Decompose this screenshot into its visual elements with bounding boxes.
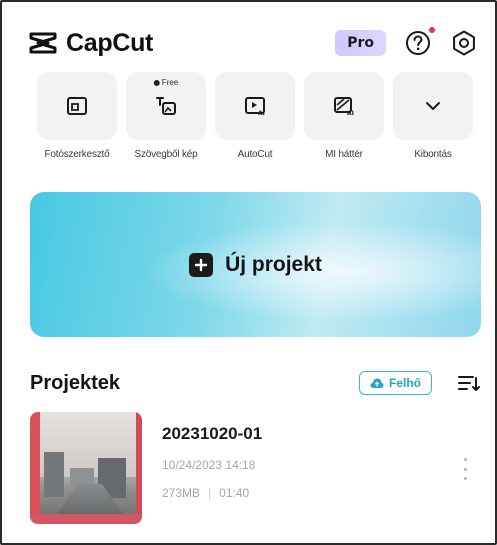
chevron-down-icon <box>426 102 440 110</box>
tool-ai-background[interactable]: AI MI háttér <box>304 72 384 160</box>
app-name: CapCut <box>66 28 154 57</box>
cloud-icon <box>370 378 384 388</box>
tool-tile[interactable]: Free <box>126 72 206 140</box>
top-bar: CapCut Pro <box>28 26 478 60</box>
tool-label: Fotószerkesztő <box>44 149 110 160</box>
tool-tile[interactable]: AI <box>304 72 384 140</box>
quick-tools: Fotószerkesztő Free Szövegből kép AI Aut… <box>37 72 495 160</box>
photo-edit-icon <box>67 97 87 115</box>
new-project-button[interactable]: Új projekt <box>30 192 481 337</box>
more-options-icon[interactable] <box>460 458 470 480</box>
tool-label: MI háttér <box>325 149 363 160</box>
capcut-logo-icon <box>29 32 57 54</box>
ai-background-icon: AI <box>334 97 354 117</box>
tool-text-to-image[interactable]: Free Szövegből kép <box>126 72 206 160</box>
svg-text:AI: AI <box>258 110 265 117</box>
tool-tile[interactable] <box>37 72 117 140</box>
tool-label: AutoCut <box>237 149 273 160</box>
project-meta: 273MB | 01:40 <box>162 486 262 500</box>
settings-icon[interactable] <box>450 29 478 57</box>
svg-text:AI: AI <box>347 110 354 117</box>
tool-label: Szövegből kép <box>134 149 198 160</box>
free-badge-label: Free <box>161 78 179 87</box>
notification-dot <box>429 27 435 33</box>
project-size: 273MB <box>162 486 201 500</box>
project-info: 20231020-01 10/24/2023 14:18 273MB | 01:… <box>162 412 262 524</box>
cloud-button-label: Felhő <box>389 376 421 390</box>
autocut-icon: AI <box>245 97 265 117</box>
free-badge: Free <box>153 78 179 87</box>
project-name: 20231020-01 <box>162 424 263 443</box>
tool-label: Kibontás <box>414 149 452 160</box>
project-date: 10/24/2023 14:18 <box>162 458 256 472</box>
meta-separator: | <box>208 486 212 500</box>
sort-icon[interactable] <box>458 374 480 392</box>
new-project-label: Új projekt <box>225 252 322 276</box>
tool-tile[interactable] <box>393 72 473 140</box>
tool-autocut[interactable]: AI AutoCut <box>215 72 295 160</box>
plus-icon <box>189 252 214 277</box>
projects-title: Projektek <box>30 371 121 394</box>
project-thumbnail[interactable] <box>30 412 142 524</box>
pro-badge-button[interactable]: Pro <box>335 30 386 56</box>
text-to-image-icon <box>156 97 176 115</box>
project-item[interactable]: 20231020-01 10/24/2023 14:18 273MB | 01:… <box>30 412 480 524</box>
projects-header: Projektek Felhő <box>30 368 480 398</box>
app-screen: CapCut Pro Fotószerkesztő Free Szövegből… <box>0 0 497 545</box>
app-logo: CapCut <box>28 29 153 58</box>
tool-photo-editor[interactable]: Fotószerkesztő <box>37 72 117 160</box>
tool-tile[interactable]: AI <box>215 72 295 140</box>
free-dot-icon <box>153 79 160 86</box>
help-button[interactable] <box>404 27 435 57</box>
tool-expand[interactable]: Kibontás <box>393 72 473 160</box>
project-duration: 01:40 <box>219 486 250 500</box>
help-circle-icon <box>406 31 430 55</box>
cloud-button[interactable]: Felhő <box>359 371 432 395</box>
